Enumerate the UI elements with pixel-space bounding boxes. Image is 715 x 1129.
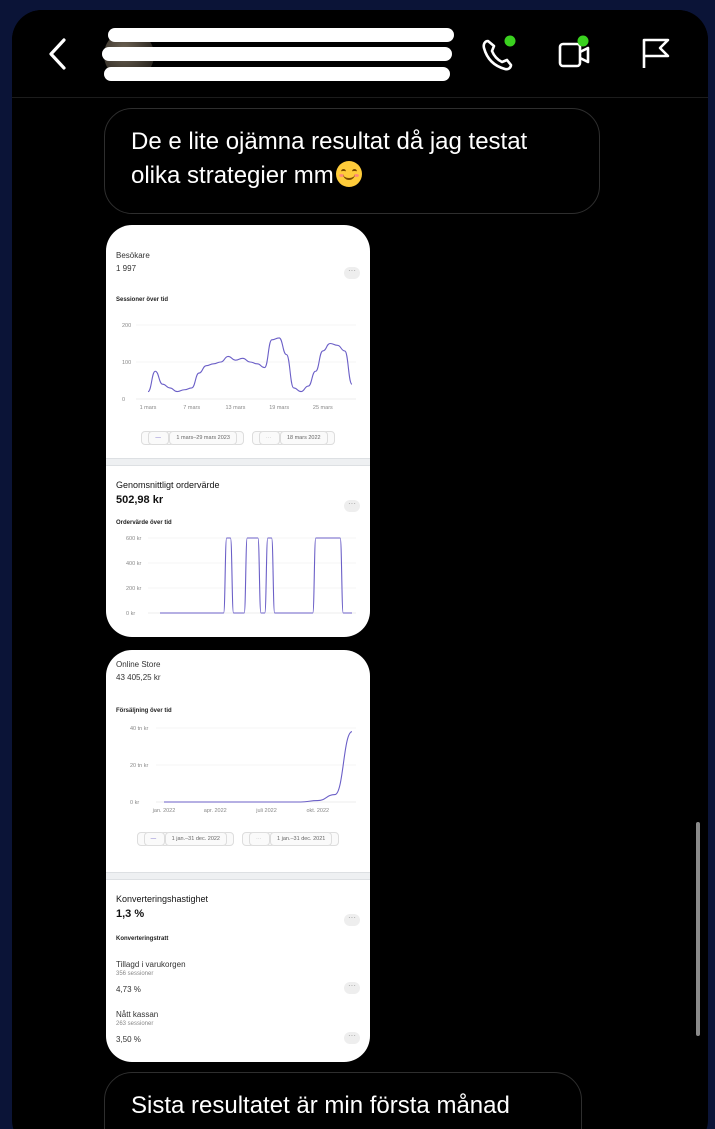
funnel-title: Konverteringstratt xyxy=(116,936,169,942)
sales-line-chart: 0 kr 20 tn kr 40 tn kr jan. 2022 apr. 2022 j… xyxy=(130,726,356,814)
message-text: Sista resultatet är min första månad xyxy=(131,1092,510,1119)
more-menu-icon: ··· xyxy=(344,267,360,279)
chart-legend: — 1 jan.–31 dec. 2022 ··· 1 jan.–31 dec.… xyxy=(116,832,360,846)
funnel-step-label: Nått kassan xyxy=(116,1010,159,1019)
order-value-series-line xyxy=(160,537,352,614)
sessions-series-line xyxy=(147,337,353,393)
phone-screen: De e lite ojämna resultat då jag testat … xyxy=(12,10,708,1129)
y-tick-label: 0 kr xyxy=(130,800,139,806)
scrollbar[interactable] xyxy=(696,822,700,1036)
y-tick-label: 600 kr xyxy=(126,536,141,542)
y-tick-label: 100 xyxy=(122,360,131,366)
chart-title: Försäljning över tid xyxy=(116,708,172,714)
store-label: Online Store xyxy=(116,660,161,669)
funnel-step: Nått kassan 263 sessioner 3,50 % ··· xyxy=(116,1010,360,1044)
funnel-step-sessions: 263 sessioner xyxy=(116,1021,154,1027)
y-tick-label: 0 xyxy=(122,397,125,403)
message-bubble[interactable]: Sista resultatet är min första månad xyxy=(104,1072,582,1129)
message-text: De e lite ojämna resultat då jag testat … xyxy=(131,128,528,189)
redacted-status-bar xyxy=(104,67,450,81)
aov-value: 502,98 kr xyxy=(116,494,164,506)
funnel-step-percent: 4,73 % xyxy=(116,985,141,994)
funnel-step-label: Tillagd i varukorgen xyxy=(116,960,186,969)
visitors-value: 1 997 xyxy=(116,264,137,273)
sessions-line-chart: 0 100 200 1 mars 7 mars 13 mars 19 mars 25 mar… xyxy=(122,323,356,411)
screenshot-image-card[interactable]: Online Store 43 405,25 kr Försäljning öv… xyxy=(106,650,370,1062)
order-value-grid xyxy=(148,537,356,614)
x-tick-label: 25 mars xyxy=(313,405,333,411)
card-separator xyxy=(106,872,370,880)
screenshot-image-card[interactable]: Besökare 1 997 ··· Sessioner över tid 0 1… xyxy=(106,225,370,637)
x-tick-label: okt. 2022 xyxy=(306,808,329,814)
chart-legend: — 1 mars–29 mars 2023 ··· 18 mars 2022 xyxy=(116,431,360,445)
video-camera-icon[interactable] xyxy=(552,32,602,76)
card-separator xyxy=(106,458,370,466)
more-menu-icon: ··· xyxy=(344,1032,360,1044)
y-tick-label: 20 tn kr xyxy=(130,763,149,769)
x-tick-label: 7 mars xyxy=(183,405,200,411)
phone-icon[interactable] xyxy=(474,32,524,76)
sales-grid xyxy=(156,727,356,803)
legend-current[interactable]: — 1 jan.–31 dec. 2022 xyxy=(136,832,234,846)
legend-previous[interactable]: ··· 1 jan.–31 dec. 2021 xyxy=(242,832,340,846)
funnel-step: Tillagd i varukorgen 356 sessioner 4,73 … xyxy=(116,960,360,994)
chart-title: Sessioner över tid xyxy=(116,297,169,303)
order-value-line-chart: 0 kr 200 kr 400 kr 600 kr xyxy=(126,536,356,617)
x-tick-label: jan. 2022 xyxy=(152,808,176,814)
online-indicator xyxy=(504,35,516,47)
chevron-left-icon[interactable] xyxy=(42,34,74,74)
aov-title: Genomsnittligt ordervärde xyxy=(116,480,220,490)
x-tick-label: 19 mars xyxy=(269,405,289,411)
legend-previous[interactable]: ··· 18 mars 2022 xyxy=(251,431,335,445)
redacted-name-bar xyxy=(108,28,454,42)
more-menu-icon: ··· xyxy=(344,982,360,994)
x-tick-label: juli 2022 xyxy=(255,808,277,814)
conversion-value: 1,3 % xyxy=(116,908,145,920)
visitors-label: Besökare xyxy=(116,251,150,260)
y-tick-label: 200 xyxy=(122,323,131,329)
funnel-step-sessions: 356 sessioner xyxy=(116,971,154,977)
more-menu-icon: ··· xyxy=(344,914,360,926)
y-tick-label: 0 kr xyxy=(126,611,135,617)
store-value: 43 405,25 kr xyxy=(116,673,161,682)
x-tick-label: apr. 2022 xyxy=(204,808,227,814)
chart-title: Ordervärde över tid xyxy=(116,520,172,526)
redacted-name-bar xyxy=(102,47,452,61)
flag-icon[interactable] xyxy=(636,32,676,76)
message-bubble[interactable]: De e lite ojämna resultat då jag testat … xyxy=(104,108,600,214)
more-menu-icon: ··· xyxy=(344,500,360,512)
smiling-face-emoji-icon xyxy=(335,161,362,187)
sales-series-line xyxy=(164,731,353,803)
x-tick-label: 13 mars xyxy=(225,405,245,411)
chat-header xyxy=(12,10,708,98)
x-tick-label: 1 mars xyxy=(140,405,157,411)
y-tick-label: 400 kr xyxy=(126,561,141,567)
y-tick-label: 40 tn kr xyxy=(130,726,149,732)
funnel-step-percent: 3,50 % xyxy=(116,1035,141,1044)
legend-current[interactable]: — 1 mars–29 mars 2023 xyxy=(141,431,244,445)
y-tick-label: 200 kr xyxy=(126,586,141,592)
conversion-title: Konverteringshastighet xyxy=(116,894,209,904)
